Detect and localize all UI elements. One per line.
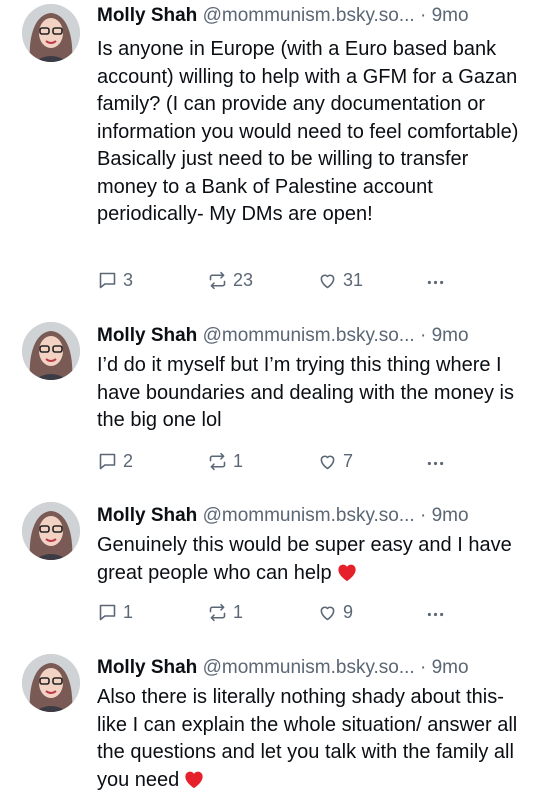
post-actions: 2 1 7 — [97, 449, 457, 473]
avatar-image — [22, 502, 80, 560]
heart-icon — [320, 274, 335, 288]
author-handle[interactable]: @mommunism.bsky.so... — [203, 325, 415, 346]
avatar-image — [22, 322, 80, 380]
post-text: Genuinely this would be super easy and I… — [97, 534, 512, 584]
avatar[interactable] — [22, 4, 80, 62]
reply-button[interactable]: 2 — [97, 449, 133, 473]
post-header: Molly Shah @mommunism.bsky.so... · 9mo — [97, 2, 530, 30]
separator-dot: · — [420, 325, 427, 346]
author-name[interactable]: Molly Shah — [97, 505, 197, 526]
author-name[interactable]: Molly Shah — [97, 5, 197, 26]
repost-icon — [209, 452, 226, 470]
more-options-button[interactable] — [425, 270, 451, 294]
post-time[interactable]: 9mo — [432, 505, 469, 526]
post-text: Also there is literally nothing shady ab… — [97, 686, 518, 791]
more-icon — [427, 280, 444, 284]
post-text-container: Genuinely this would be super easy and I… — [97, 532, 527, 590]
post-text-container: Also there is literally nothing shady ab… — [97, 684, 527, 797]
reply-icon — [99, 272, 116, 288]
more-options-button[interactable] — [425, 602, 451, 626]
post-3[interactable]: Molly Shah @mommunism.bsky.so... · 9mo G… — [0, 502, 540, 642]
post-header: Molly Shah @mommunism.bsky.so... · 9mo — [97, 322, 530, 350]
repost-button[interactable]: 23 — [207, 268, 253, 292]
repost-icon — [209, 271, 226, 289]
avatar[interactable] — [22, 322, 80, 380]
repost-button[interactable]: 1 — [207, 600, 243, 624]
avatar[interactable] — [22, 654, 80, 712]
reply-count: 3 — [123, 269, 134, 290]
more-icon — [427, 612, 444, 616]
separator-dot: · — [420, 505, 427, 526]
like-count: 7 — [343, 450, 354, 471]
more-options-button[interactable] — [425, 451, 451, 475]
repost-count: 1 — [233, 450, 244, 471]
repost-count: 23 — [233, 269, 254, 290]
repost-count: 1 — [233, 601, 244, 622]
post-2[interactable]: Molly Shah @mommunism.bsky.so... · 9mo I… — [0, 322, 540, 490]
post-time[interactable]: 9mo — [432, 325, 469, 346]
post-time[interactable]: 9mo — [432, 5, 469, 26]
reply-icon — [99, 453, 116, 469]
post-4[interactable]: Molly Shah @mommunism.bsky.so... · 9mo A… — [0, 654, 540, 802]
post-actions: 1 1 9 — [97, 600, 457, 624]
post-actions: 3 23 31 — [97, 268, 457, 292]
repost-button[interactable]: 1 — [207, 449, 243, 473]
post-time[interactable]: 9mo — [432, 657, 469, 678]
author-handle[interactable]: @mommunism.bsky.so... — [203, 5, 415, 26]
reply-button[interactable]: 1 — [97, 600, 133, 624]
red-heart-icon — [336, 562, 358, 591]
author-handle[interactable]: @mommunism.bsky.so... — [203, 657, 415, 678]
reply-button[interactable]: 3 — [97, 268, 133, 292]
post-1[interactable]: Molly Shah @mommunism.bsky.so... · 9mo I… — [0, 0, 540, 310]
post-text: Is anyone in Europe (with a Euro based b… — [97, 38, 519, 225]
post-text: I’d do it myself but I’m trying this thi… — [97, 354, 514, 431]
heart-icon — [320, 606, 335, 620]
author-name[interactable]: Molly Shah — [97, 657, 197, 678]
reply-count: 1 — [123, 601, 134, 622]
post-header: Molly Shah @mommunism.bsky.so... · 9mo — [97, 502, 530, 530]
like-count: 31 — [343, 269, 364, 290]
reply-count: 2 — [123, 450, 134, 471]
post-header: Molly Shah @mommunism.bsky.so... · 9mo — [97, 654, 530, 682]
like-button[interactable]: 7 — [317, 449, 353, 473]
heart-icon — [320, 455, 335, 469]
like-button[interactable]: 9 — [317, 600, 353, 624]
like-count: 9 — [343, 601, 354, 622]
separator-dot: · — [420, 5, 427, 26]
avatar[interactable] — [22, 502, 80, 560]
separator-dot: · — [420, 657, 427, 678]
red-heart-icon — [183, 769, 205, 798]
avatar-image — [22, 4, 80, 62]
like-button[interactable]: 31 — [317, 268, 363, 292]
repost-icon — [209, 603, 226, 621]
avatar-image — [22, 654, 80, 712]
author-name[interactable]: Molly Shah — [97, 325, 197, 346]
reply-icon — [99, 604, 116, 620]
more-icon — [427, 461, 444, 465]
author-handle[interactable]: @mommunism.bsky.so... — [203, 505, 415, 526]
